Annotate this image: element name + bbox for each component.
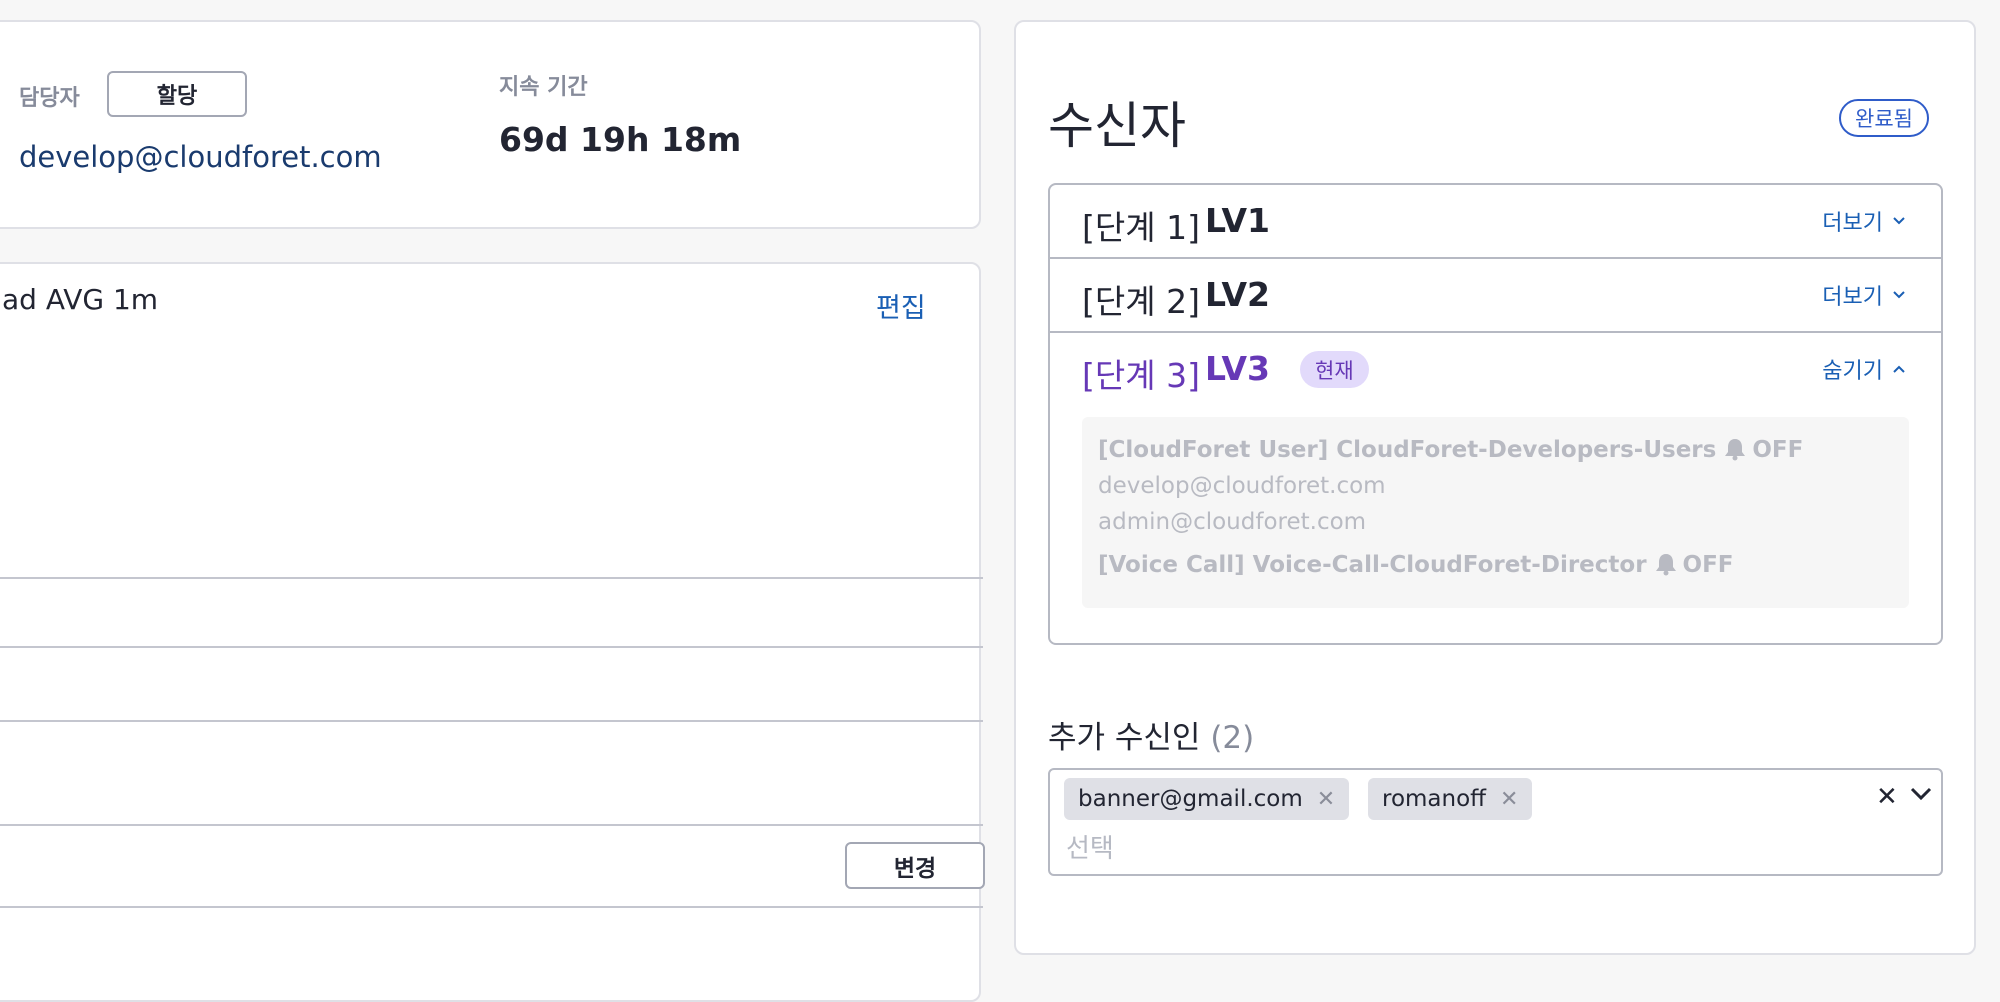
level-name: LV2 <box>1205 275 1270 314</box>
close-icon[interactable]: ✕ <box>1317 787 1335 812</box>
chevron-down-icon <box>1893 217 1905 225</box>
chevron-up-icon <box>1893 365 1905 373</box>
channel-name: [CloudForet User] CloudForet-Developers-… <box>1098 437 1717 463</box>
channel-name: [Voice Call] Voice-Call-CloudForet-Direc… <box>1098 552 1647 578</box>
close-icon[interactable]: ✕ <box>1500 787 1518 812</box>
select-placeholder: 선택 <box>1066 834 1114 864</box>
expand-level-1-button[interactable]: 더보기 <box>1822 205 1905 237</box>
toggle-label: 더보기 <box>1822 285 1883 310</box>
divider <box>0 646 983 648</box>
clear-selection-icon[interactable]: ✕ <box>1876 782 1898 812</box>
expand-level-2-button[interactable]: 더보기 <box>1822 279 1905 311</box>
level-name: LV1 <box>1205 201 1270 240</box>
divider <box>0 824 983 826</box>
chip-label: romanoff <box>1382 786 1487 812</box>
additional-recipients-count: (2) <box>1210 720 1255 756</box>
change-button[interactable]: 변경 <box>845 842 985 889</box>
recipients-title: 수신자 <box>1048 97 1186 155</box>
chevron-down-icon[interactable] <box>1910 787 1932 801</box>
divider <box>0 906 983 908</box>
level-row-3: [단계 3] LV3 현재 숨기기 <box>1050 333 1941 405</box>
recipient-chip: banner@gmail.com ✕ <box>1064 778 1350 820</box>
channel-state: OFF <box>1752 437 1804 463</box>
member-channel-2: [Voice Call] Voice-Call-CloudForet-Direc… <box>1098 552 1734 578</box>
assignee-label: 담당자 <box>19 86 80 111</box>
assignee-email: develop@cloudforet.com <box>19 140 382 174</box>
duration-label: 지속 기간 <box>499 75 588 100</box>
level-step: [단계 3] <box>1082 356 1200 395</box>
divider <box>0 577 983 579</box>
current-level-tag: 현재 <box>1300 351 1369 388</box>
member-channel-1: [CloudForet User] CloudForet-Developers-… <box>1098 437 1803 463</box>
chip-label: banner@gmail.com <box>1078 786 1303 812</box>
collapse-level-3-button[interactable]: 숨기기 <box>1822 353 1905 385</box>
assign-button[interactable]: 할당 <box>107 71 247 117</box>
member-email: admin@cloudforet.com <box>1098 509 1367 535</box>
edit-button[interactable]: 편집 <box>876 286 926 325</box>
escalation-levels: [단계 1] LV1 더보기 [단계 2] LV2 더보기 [단계 3] LV3… <box>1048 183 1943 645</box>
toggle-label: 숨기기 <box>1822 359 1883 384</box>
divider <box>0 720 983 722</box>
level-name: LV3 <box>1205 349 1270 388</box>
bell-icon <box>1725 439 1746 461</box>
status-badge: 완료됨 <box>1839 99 1929 137</box>
level-row-1: [단계 1] LV1 더보기 <box>1050 185 1941 259</box>
incident-summary-card: 담당자 할당 develop@cloudforet.com 지속 기간 69d … <box>0 20 981 229</box>
level-3-members: [CloudForet User] CloudForet-Developers-… <box>1082 417 1909 608</box>
channel-state: OFF <box>1682 552 1734 578</box>
description-text: ad AVG 1m <box>2 283 159 316</box>
level-row-2: [단계 2] LV2 더보기 <box>1050 259 1941 333</box>
recipient-chip: romanoff ✕ <box>1368 778 1533 820</box>
chevron-down-icon <box>1893 291 1905 299</box>
bell-icon <box>1655 554 1676 576</box>
member-email: develop@cloudforet.com <box>1098 473 1386 499</box>
duration-value: 69d 19h 18m <box>499 120 742 159</box>
toggle-label: 더보기 <box>1822 211 1883 236</box>
level-step: [단계 2] <box>1082 282 1200 321</box>
recipients-card: 수신자 완료됨 [단계 1] LV1 더보기 [단계 2] LV2 더보기 [단… <box>1014 20 1976 955</box>
incident-detail-card: ad AVG 1m 편집 변경 <box>0 262 985 1002</box>
additional-recipients-select[interactable]: banner@gmail.com ✕ romanoff ✕ 선택 ✕ <box>1048 768 1943 876</box>
level-step: [단계 1] <box>1082 208 1200 247</box>
additional-recipients-label: 추가 수신인 <box>1048 720 1201 756</box>
additional-recipients-title: 추가 수신인 (2) <box>1048 712 1254 757</box>
